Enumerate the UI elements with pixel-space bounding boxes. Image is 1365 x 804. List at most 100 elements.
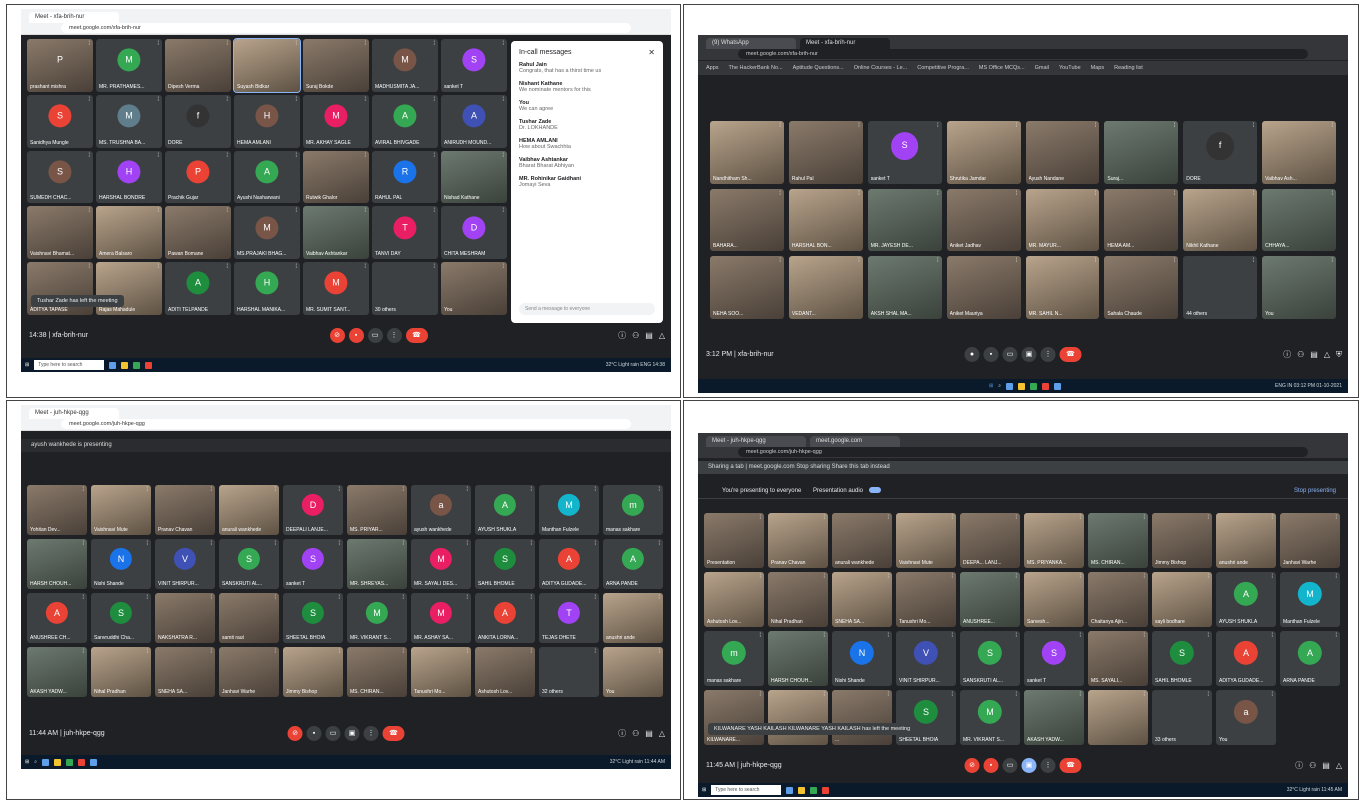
participant-tile[interactable]: ⁞ samit raut (219, 593, 279, 643)
taskbar-chrome-icon[interactable] (133, 361, 141, 369)
participant-tile[interactable]: A ⁞ ANKITA LORNA... (475, 593, 535, 643)
participant-tile[interactable]: ⁞ Sarvesh... (1024, 572, 1084, 627)
participant-tile[interactable]: A ⁞ ANIRUDH MOUND... (441, 94, 507, 148)
participant-tile[interactable]: ⁞ Aniket Mauriya (946, 256, 1021, 319)
participant-tile[interactable]: ⁞ MS. CHIRAN... (1088, 513, 1148, 568)
camera-off-button[interactable]: ▪ (348, 328, 364, 343)
taskbar-chrome-icon[interactable] (66, 758, 74, 766)
participant-tile[interactable]: ⁞ You (1262, 256, 1336, 319)
participant-tile[interactable]: A ⁞ AYUSH SHUKLA (475, 485, 535, 535)
participant-tile[interactable]: ⁞ Dipesh Verma (165, 39, 231, 92)
participant-tile[interactable]: T ⁞ TANVI DAY (372, 206, 438, 260)
participant-tile[interactable]: A ⁞ AVIRAL BHIVGADE (372, 94, 438, 148)
participant-tile[interactable]: ⁞ Jimmy Bishop (1152, 513, 1212, 568)
participant-tile[interactable]: S ⁞ SHEETAL BHOIA (283, 593, 343, 643)
mic-off-button[interactable]: ⊘ (964, 758, 980, 773)
participant-tile[interactable]: ⁞ Tanushri Mo... (896, 572, 956, 627)
participant-tile[interactable]: H ⁞ HEMA AMLANI (234, 94, 300, 148)
participant-tile[interactable]: ⁞ Vaishnavi Mute (91, 485, 151, 535)
participant-tile[interactable]: ⁞ HARSH CHOUH... (768, 631, 828, 686)
taskbar-app-icon[interactable] (786, 786, 794, 794)
participant-tile[interactable]: ⁞ MR. JAYESH DE... (867, 188, 942, 252)
participant-tile[interactable]: M ⁞ MS. TRUSHNA BA... (96, 94, 162, 148)
participant-tile[interactable]: ⁞ anurali wankhede (832, 513, 892, 568)
leave-call-button[interactable]: ☎ (1059, 347, 1082, 362)
mic-off-button[interactable]: ⊘ (287, 726, 303, 741)
participant-tile[interactable]: V ⁞ VINIT SHIRPUR... (155, 539, 215, 589)
participant-tile[interactable]: ⁞ You (603, 647, 663, 697)
participant-tile[interactable]: S ⁞ sanket T (1024, 631, 1084, 686)
search-icon[interactable]: ⌕ (998, 383, 1001, 389)
participant-tile[interactable]: H ⁞ HARSHAL MANIKA... (234, 262, 300, 315)
address-bar[interactable]: meet.google.com/juh-hkpe-qgg (61, 419, 631, 429)
participant-tile[interactable]: ⁞ MS. CHIRAN... (347, 647, 407, 697)
participant-tile[interactable]: ⁞ DEEPA... LANJ... (960, 513, 1020, 568)
taskbar-app-icon[interactable] (109, 361, 117, 369)
taskbar-app-icon[interactable] (145, 361, 153, 369)
participant-tile[interactable]: ⁞ CHHAYA... (1262, 188, 1336, 252)
participant-tile[interactable]: S ⁞ Sanvruddhi Cha... (91, 593, 151, 643)
taskbar-folder-icon[interactable] (798, 786, 806, 794)
activities-icon[interactable]: △ (659, 325, 665, 347)
participant-tile[interactable]: S ⁞ sanket T (283, 539, 343, 589)
participant-tile[interactable]: ⁞ Suraj... (1104, 121, 1179, 184)
bookmark-item[interactable]: Competitive Progra... (917, 65, 969, 71)
participant-tile[interactable]: ⁞ Nandhitham Sh... (710, 121, 784, 184)
participant-tile[interactable]: m ⁞ manas sakhare (704, 631, 764, 686)
windows-start-icon[interactable]: ⊞ (989, 383, 993, 389)
participant-tile[interactable]: ⁞ (1088, 690, 1148, 745)
participant-tile[interactable]: ⁞ VEDANT... (788, 256, 863, 319)
taskbar-search[interactable]: Type here to search (34, 360, 105, 370)
participant-tile[interactable]: M ⁞ MR. AKHAY SAGLE (303, 94, 369, 148)
participant-tile[interactable]: ⁞ ADITYA TAPASE (27, 262, 93, 315)
participant-tile[interactable]: ⁞ Aniket Jadhav (946, 188, 1021, 252)
participant-tile[interactable]: ⁞ (768, 690, 828, 745)
participant-tile[interactable]: ⁞ Amera Balsaro (96, 206, 162, 260)
participant-tile[interactable]: ⁞ MR. MAYUR... (1025, 188, 1100, 252)
taskbar-app-icon[interactable] (1042, 382, 1049, 390)
participant-tile[interactable]: ⁞ Nihal Pradhan (91, 647, 151, 697)
participant-tile[interactable]: T ⁞ TEJAS DHETE (539, 593, 599, 643)
participant-tile[interactable]: ⁞ AKSH SHAL MA... (867, 256, 942, 319)
message-input[interactable]: Send a message to everyone (519, 303, 655, 315)
participant-tile[interactable]: ⁞ Ashutosh Lov... (475, 647, 535, 697)
people-icon[interactable]: ⚇ (632, 325, 639, 347)
activities-icon[interactable]: △ (659, 723, 665, 745)
participant-tile[interactable]: A ⁞ ARNA PANDE (1280, 631, 1340, 686)
participant-tile[interactable]: S ⁞ SHEETAL BHOIA (896, 690, 956, 745)
taskbar-folder-icon[interactable] (54, 758, 62, 766)
participant-tile[interactable]: S ⁞ Sanidhya Mungle (27, 94, 93, 148)
participant-tile[interactable]: S ⁞ sanket T (867, 121, 942, 184)
participant-tile[interactable]: ⁞ Vaibhav Ashtankar (303, 206, 369, 260)
captions-button[interactable]: ▭ (1002, 758, 1018, 773)
more-options-button[interactable]: ⋮ (1040, 347, 1056, 362)
windows-start-icon[interactable]: ⊞ (25, 362, 29, 368)
participant-tile[interactable]: ⁞ Presentation (704, 513, 764, 568)
participant-tile[interactable]: f ⁞ DORE (165, 94, 231, 148)
taskbar-app-icon[interactable] (822, 786, 830, 794)
leave-call-button[interactable]: ☎ (405, 328, 428, 343)
participant-tile[interactable]: ⁞ MS. SAYALI... (1088, 631, 1148, 686)
participant-tile[interactable]: A ⁞ ADITI TELPANDE (165, 262, 231, 315)
participant-tile[interactable]: ⁞ 44 others (1183, 256, 1258, 319)
participant-tile[interactable]: ⁞ NEHA SOO... (710, 256, 784, 319)
bookmark-item[interactable]: Online Courses - Le... (854, 65, 908, 71)
participant-tile[interactable]: ⁞ Rutwik Ghalor (303, 150, 369, 204)
bookmark-item[interactable]: Reading list (1114, 65, 1143, 71)
participant-tile[interactable]: ⁞ AKASH YADW... (27, 647, 87, 697)
participant-tile[interactable]: ⁞ BAHARA... (710, 188, 784, 252)
participant-tile[interactable]: f ⁞ DORE (1183, 121, 1258, 184)
participant-tile[interactable]: ⁞ anurali wankhede (219, 485, 279, 535)
participant-tile[interactable]: P ⁞ prashant mishra (27, 39, 93, 92)
bookmark-item[interactable]: Apps (706, 65, 719, 71)
chat-icon[interactable]: ▤ (645, 325, 653, 347)
participant-tile[interactable]: M ⁞ MR. SUMIT SANT... (303, 262, 369, 315)
participant-tile[interactable]: A ⁞ ARNA PANDE (603, 539, 663, 589)
participant-tile[interactable]: ⁞ You (441, 262, 507, 315)
participant-tile[interactable]: M ⁞ MR. PRATHAMES... (96, 39, 162, 92)
participant-tile[interactable]: ⁞ NAKSHATRA R... (155, 593, 215, 643)
participant-tile[interactable]: D ⁞ CHITA MESHRAM (441, 206, 507, 260)
participant-tile[interactable]: ⁞... (832, 690, 892, 745)
participant-tile[interactable]: ⁞ Nishad Kathane (441, 150, 507, 204)
taskbar-folder-icon[interactable] (1018, 382, 1025, 390)
